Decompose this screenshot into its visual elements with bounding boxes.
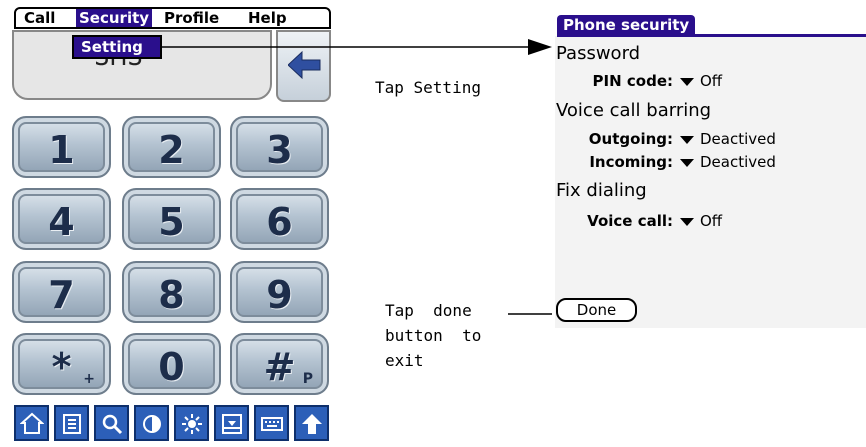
outgoing-label: Outgoing:	[588, 130, 673, 148]
outgoing-picker[interactable]: Deactived	[680, 130, 776, 148]
panel-title-tab: Phone security	[557, 15, 696, 36]
voice-call-picker[interactable]: Off	[680, 212, 722, 230]
annotation-tap-setting: Tap Setting	[375, 78, 481, 97]
dropdown-triangle-icon	[680, 217, 694, 226]
annotation-tap-done: Tap done button to exit	[385, 301, 482, 370]
dropdown-triangle-icon	[680, 135, 694, 144]
incoming-label: Incoming:	[589, 153, 673, 171]
section-password: Password	[556, 43, 641, 64]
arrow-head-icon	[528, 39, 552, 55]
pin-code-picker[interactable]: Off	[680, 72, 722, 90]
done-button[interactable]: Done	[556, 298, 637, 322]
dropdown-triangle-icon	[680, 158, 694, 167]
section-voice-call-barring: Voice call barring	[556, 100, 712, 121]
section-fix-dialing: Fix dialing	[556, 180, 647, 201]
dropdown-triangle-icon	[680, 77, 694, 86]
voice-call-label: Voice call:	[587, 212, 673, 230]
incoming-picker[interactable]: Deactived	[680, 153, 776, 171]
pin-code-label: PIN code:	[592, 72, 673, 90]
